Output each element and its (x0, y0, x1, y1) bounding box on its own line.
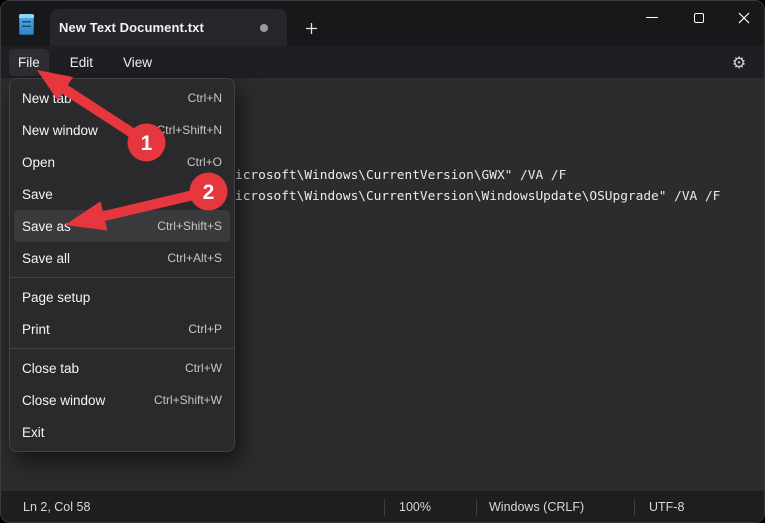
notepad-app-icon (19, 14, 34, 35)
close-button[interactable] (723, 1, 765, 34)
status-divider (634, 499, 635, 516)
minimize-button[interactable] (631, 1, 673, 34)
status-cursor-position: Ln 2, Col 58 (23, 491, 90, 523)
menu-separator (10, 348, 234, 349)
menu-item-new-window[interactable]: New window Ctrl+Shift+N (14, 114, 230, 146)
menu-view[interactable]: View (114, 49, 161, 76)
maximize-button[interactable] (678, 1, 720, 34)
plus-icon (305, 22, 318, 35)
menu-item-page-setup[interactable]: Page setup (14, 281, 230, 313)
menubar: File Edit View ⚙ (1, 46, 764, 78)
menu-item-save-all[interactable]: Save all Ctrl+Alt+S (14, 242, 230, 274)
notepad-window: New Text Document.txt File Edit View ⚙ i… (0, 0, 765, 523)
menu-edit[interactable]: Edit (61, 49, 102, 76)
document-tab[interactable]: New Text Document.txt (50, 9, 287, 46)
new-tab-button[interactable] (297, 14, 325, 42)
menu-item-print[interactable]: Print Ctrl+P (14, 313, 230, 345)
menu-item-open[interactable]: Open Ctrl+O (14, 146, 230, 178)
editor-text: icrosoft\Windows\CurrentVersion\GWX" /VA… (235, 165, 720, 207)
status-zoom-level[interactable]: 100% (399, 491, 431, 523)
menu-file[interactable]: File (9, 49, 49, 76)
status-line-ending[interactable]: Windows (CRLF) (489, 491, 584, 523)
maximize-icon (694, 13, 704, 23)
menu-item-new-tab[interactable]: New tab Ctrl+N (14, 82, 230, 114)
close-icon (738, 12, 750, 24)
file-dropdown-menu: New tab Ctrl+N New window Ctrl+Shift+N O… (9, 78, 235, 452)
menu-item-save[interactable]: Save (14, 178, 230, 210)
menu-item-exit[interactable]: Exit (14, 416, 230, 448)
tab-title: New Text Document.txt (59, 9, 204, 46)
status-encoding[interactable]: UTF-8 (649, 491, 684, 523)
menu-item-save-as[interactable]: Save as Ctrl+Shift+S (14, 210, 230, 242)
menu-item-close-tab[interactable]: Close tab Ctrl+W (14, 352, 230, 384)
titlebar: New Text Document.txt (1, 1, 764, 46)
status-divider (476, 499, 477, 516)
statusbar: Ln 2, Col 58 100% Windows (CRLF) UTF-8 (1, 491, 764, 523)
menu-separator (10, 277, 234, 278)
status-divider (384, 499, 385, 516)
minimize-icon (646, 17, 658, 18)
menu-item-close-window[interactable]: Close window Ctrl+Shift+W (14, 384, 230, 416)
settings-gear-icon[interactable]: ⚙ (724, 46, 754, 78)
unsaved-indicator-dot (260, 24, 268, 32)
